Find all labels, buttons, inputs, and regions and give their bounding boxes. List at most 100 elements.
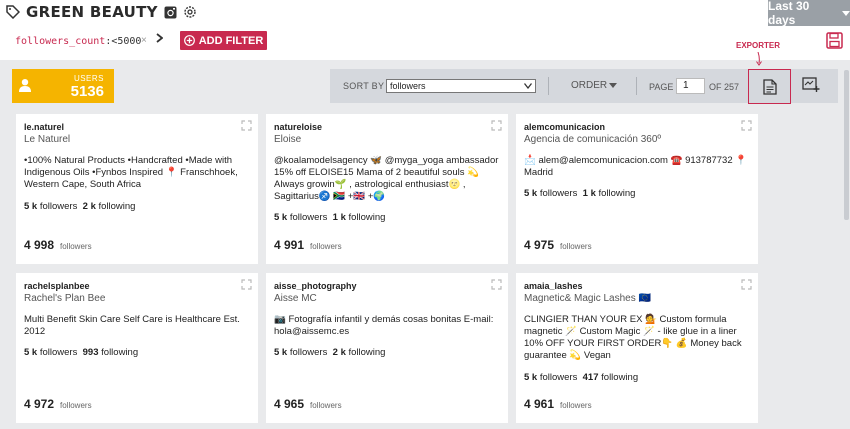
page-label: PAGE: [649, 82, 674, 92]
filter-key: followers_count: [15, 36, 106, 47]
profile-handle[interactable]: natureloise: [274, 122, 322, 132]
followers-count: 4 991: [274, 238, 305, 252]
expand-icon[interactable]: [241, 120, 252, 131]
divider: [636, 77, 637, 95]
profile-card[interactable]: rachelsplanbee Rachel's Plan Bee Multi B…: [16, 273, 258, 423]
profile-name: Magnetic& Magic Lashes 🇪🇺: [524, 293, 651, 304]
user-icon: [18, 78, 32, 92]
expand-icon[interactable]: [491, 279, 502, 290]
followers-word: followers: [289, 212, 328, 223]
divider: [548, 77, 549, 95]
expand-icon[interactable]: [741, 120, 752, 131]
profile-bio: •100% Natural Products •Handcrafted •Mad…: [24, 155, 238, 190]
followers-word: followers: [539, 188, 578, 199]
followers-word: followers: [289, 347, 328, 358]
profile-card[interactable]: le.naturel Le Naturel •100% Natural Prod…: [16, 114, 258, 264]
users-label: USERS: [73, 74, 104, 83]
followers-count: 4 975: [524, 238, 555, 252]
profile-handle[interactable]: rachelsplanbee: [24, 281, 90, 291]
profile-card[interactable]: natureloise Eloise @koalamodelsagency 🦋 …: [266, 114, 508, 264]
sort-select-value: followers: [390, 81, 426, 91]
profile-bio: CLINGIER THAN YOUR EX 💁 Custom formula m…: [524, 314, 742, 361]
profile-card[interactable]: amaia_lashes Magnetic& Magic Lashes 🇪🇺 C…: [516, 273, 758, 423]
results-toolbar: SORT BY followers ORDER PAGE 1 OF 257: [330, 69, 838, 104]
tag-icon: [6, 5, 20, 19]
export-button[interactable]: [748, 69, 791, 104]
expand-icon[interactable]: [491, 120, 502, 131]
followers-count-label: followers: [60, 242, 92, 251]
profile-stats: 5 k followers 2 k following: [274, 347, 385, 358]
followers-count-label: followers: [310, 401, 342, 410]
profile-stats: 5 k followers 993 following: [24, 347, 138, 358]
profile-stats: 5 k followers 417 following: [524, 372, 638, 383]
add-filter-button[interactable]: ADD FILTER: [180, 31, 267, 50]
profile-name: Rachel's Plan Bee: [24, 293, 106, 304]
followers-count-label: followers: [310, 242, 342, 251]
following-value: 1 k: [332, 212, 346, 223]
following-word: following: [348, 347, 386, 358]
exporter-callout: EXPORTER: [736, 41, 781, 50]
following-value: 1 k: [582, 188, 596, 199]
profile-handle[interactable]: le.naturel: [24, 122, 64, 132]
profile-bio: 📩 alem@alemcomunicacion.com ☎️ 913787732…: [524, 155, 748, 178]
followers-value: 5 k: [524, 372, 538, 383]
followers-count: 4 965: [274, 397, 305, 411]
profile-card[interactable]: aisse_photography Aisse MC 📷 Fotografía …: [266, 273, 508, 423]
plus-circle-icon: [183, 35, 195, 46]
profile-handle[interactable]: amaia_lashes: [524, 281, 583, 291]
following-word: following: [101, 347, 139, 358]
following-value: 2 k: [332, 347, 346, 358]
followers-word: followers: [39, 347, 78, 358]
profile-handle[interactable]: aisse_photography: [274, 281, 357, 291]
instagram-icon[interactable]: [164, 6, 177, 19]
arrow-down-icon: [755, 52, 763, 66]
following-value: 417: [582, 372, 599, 383]
order-button[interactable]: ORDER: [571, 80, 607, 91]
followers-word: followers: [539, 372, 578, 383]
followers-value: 5 k: [274, 212, 288, 223]
add-to-list-icon[interactable]: [802, 77, 820, 93]
gear-icon[interactable]: [183, 5, 197, 19]
save-icon[interactable]: [826, 32, 843, 49]
expand-icon[interactable]: [241, 279, 252, 290]
brand: GREEN BEAUTY: [6, 3, 197, 21]
profile-name: Le Naturel: [24, 134, 71, 145]
users-count-box: USERS 5136: [12, 69, 114, 103]
chevron-right-icon[interactable]: [156, 33, 163, 43]
sort-by-label: SORT BY: [343, 81, 385, 91]
followers-word: followers: [39, 201, 78, 212]
profile-stats: 5 k followers 1 k following: [524, 188, 635, 199]
following-word: following: [98, 201, 136, 212]
followers-count-label: followers: [560, 401, 592, 410]
following-word: following: [348, 212, 386, 223]
add-filter-label: ADD FILTER: [198, 34, 264, 47]
filter-value: :<5000: [105, 36, 142, 47]
expand-icon[interactable]: [741, 279, 752, 290]
caret-down-icon: [842, 10, 850, 16]
profile-bio: @koalamodelsagency 🦋 @myga_yoga ambassad…: [274, 155, 499, 202]
profile-name: Eloise: [274, 134, 302, 145]
filter-clear-button[interactable]: ×: [141, 35, 147, 46]
profile-bio: Multi Benefit Skin Care Self Care is Hea…: [24, 314, 240, 337]
following-value: 993: [82, 347, 99, 358]
page-title: GREEN BEAUTY: [26, 3, 158, 21]
scrollbar[interactable]: [844, 70, 849, 220]
export-document-icon: [762, 78, 777, 95]
caret-down-icon[interactable]: [609, 83, 617, 88]
profile-name: Agencia de comunicación 360º: [524, 134, 662, 145]
filter-query[interactable]: followers_count:<5000: [15, 36, 141, 47]
following-word: following: [598, 188, 636, 199]
followers-count: 4 972: [24, 397, 55, 411]
profile-stats: 5 k followers 2 k following: [24, 201, 135, 212]
date-range-dropdown[interactable]: Last 30 days: [768, 0, 850, 27]
profile-bio: 📷 Fotografía infantil y demás cosas boni…: [274, 314, 494, 337]
followers-value: 5 k: [524, 188, 538, 199]
followers-count: 4 998: [24, 238, 55, 252]
sort-select[interactable]: followers: [386, 79, 536, 93]
page-input[interactable]: 1: [676, 78, 705, 94]
profile-stats: 5 k followers 1 k following: [274, 212, 385, 223]
page-total-label: OF 257: [709, 82, 740, 92]
profile-handle[interactable]: alemcomunicacion: [524, 122, 605, 132]
profile-card[interactable]: alemcomunicacion Agencia de comunicación…: [516, 114, 758, 264]
followers-value: 5 k: [24, 201, 38, 212]
